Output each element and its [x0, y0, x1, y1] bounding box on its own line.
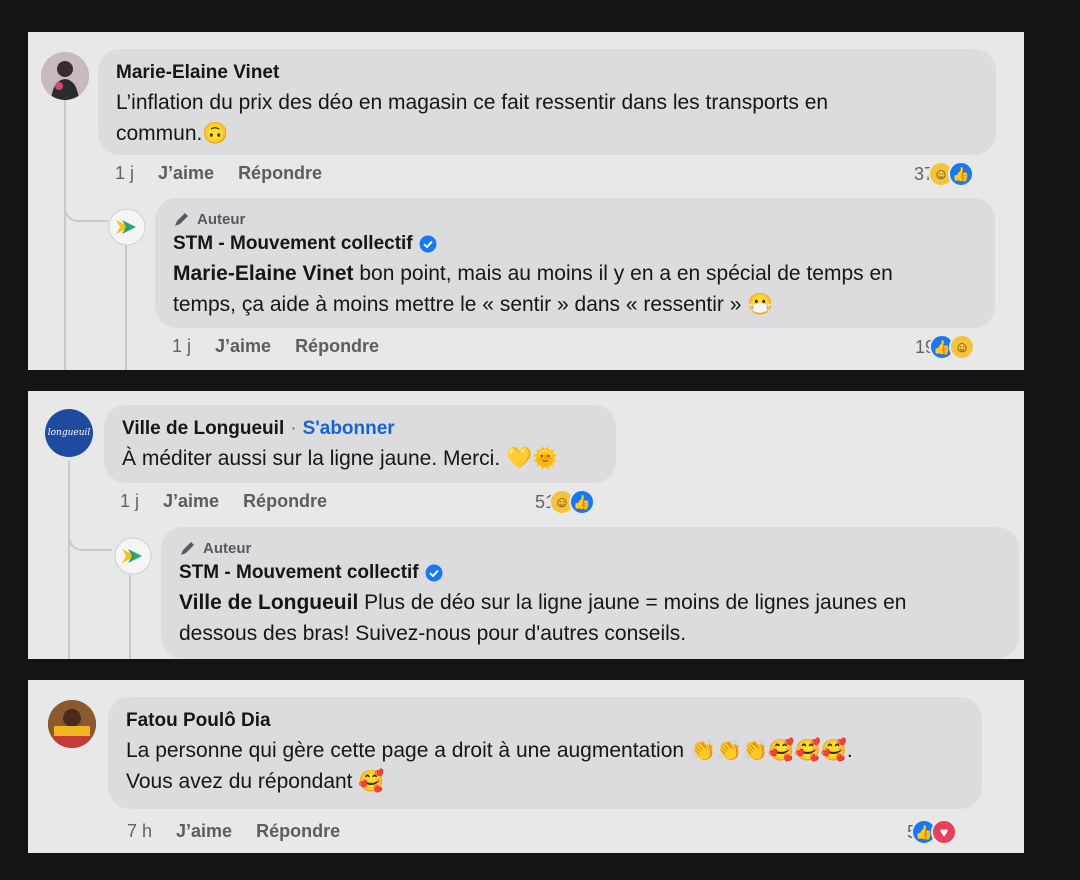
comment-text-line: À méditer aussi sur la ligne jaune. Merc… — [122, 447, 501, 470]
comment-bubble: Fatou Poulô Dia La personne qui gère cet… — [108, 697, 982, 809]
comment-text-line: L’inflation du prix des déo en magasin c… — [116, 91, 829, 114]
reply-author[interactable]: STM - Mouvement collectif — [179, 561, 1001, 585]
author-badge-label: Auteur — [197, 210, 246, 228]
follow-button[interactable]: S'abonner — [303, 417, 395, 441]
yellow-heart-sun-emoji-icon: 💛🌞 — [506, 447, 559, 470]
verified-badge-icon — [419, 235, 437, 253]
mask-face-emoji-icon: 😷 — [747, 293, 774, 316]
pen-icon — [181, 542, 194, 555]
reply-button[interactable]: Répondre — [238, 163, 322, 184]
thread-line — [129, 573, 131, 659]
comment-panel-1: Marie-Elaine Vinet L’inflation du prix d… — [28, 32, 1024, 370]
avatar-marie-elaine[interactable] — [41, 52, 89, 100]
profile-photo-icon — [48, 700, 96, 748]
thread-line — [125, 244, 127, 370]
like-reaction-icon: 👍 — [948, 161, 975, 187]
comment-text: La personne qui gère cette page a droit … — [126, 735, 964, 797]
comment-author[interactable]: Marie-Elaine Vinet — [116, 61, 978, 85]
verified-badge-icon — [425, 564, 443, 582]
like-button[interactable]: J’aime — [158, 163, 214, 184]
reply-text-line: Plus de déo sur la ligne jaune = moins d… — [358, 591, 907, 614]
like-button[interactable]: J’aime — [176, 821, 232, 842]
comment-text-line: Vous avez du répondant — [126, 770, 353, 793]
like-reaction-icon: 👍 — [569, 489, 596, 515]
avatar-longueuil[interactable]: longueuil — [45, 409, 93, 457]
author-badge-label: Auteur — [203, 539, 252, 557]
avatar-stm[interactable] — [108, 208, 146, 246]
thread-line — [64, 98, 66, 370]
comment-time[interactable]: 7 h — [127, 821, 152, 842]
comment-text-line: . — [846, 739, 853, 762]
mention-link[interactable]: Marie-Elaine Vinet — [173, 262, 354, 285]
comment-panel-2: longueuil Ville de Longueuil · S'abonner… — [28, 391, 1024, 659]
avatar-stm[interactable] — [114, 537, 152, 575]
comment-text: À méditer aussi sur la ligne jaune. Merc… — [122, 443, 598, 474]
reply-text-line: bon point, mais au moins il y en a en sp… — [353, 262, 893, 285]
comment-time[interactable]: 1 j — [115, 163, 134, 184]
like-button[interactable]: J’aime — [215, 336, 271, 357]
author-badge: Auteur — [173, 210, 977, 228]
reply-button[interactable]: Répondre — [243, 491, 327, 512]
reply-time[interactable]: 1 j — [172, 336, 191, 357]
thread-connector — [68, 519, 112, 551]
stm-logo-icon — [114, 537, 152, 575]
reply-button[interactable]: Répondre — [295, 336, 379, 357]
comment-text: L’inflation du prix des déo en magasin c… — [116, 87, 978, 149]
comment-panel-3: Fatou Poulô Dia La personne qui gère cet… — [28, 680, 1024, 853]
reply-author[interactable]: STM - Mouvement collectif — [173, 232, 977, 256]
haha-reaction-icon: ☺ — [949, 334, 976, 360]
smiling-hearts-emoji-icon: 🥰 — [358, 770, 385, 793]
longueuil-logo-text: longueuil — [47, 428, 91, 438]
reaction-summary[interactable]: 19 👍 ☺ — [915, 334, 976, 360]
reply-button[interactable]: Répondre — [256, 821, 340, 842]
comment-author-name[interactable]: Ville de Longueuil — [122, 417, 284, 441]
comment-text-line: commun. — [116, 122, 203, 145]
comment-text-line: La personne qui gère cette page a droit … — [126, 739, 685, 762]
reaction-summary[interactable]: 37 ☺ 👍 — [914, 161, 975, 187]
upside-down-face-emoji-icon: 🙃 — [202, 122, 229, 145]
separator-dot: · — [290, 418, 297, 439]
profile-photo-icon — [41, 52, 89, 100]
reaction-summary[interactable]: 5 👍 ♥ — [907, 819, 958, 845]
like-button[interactable]: J’aime — [163, 491, 219, 512]
love-reaction-icon: ♥ — [931, 819, 958, 845]
comment-bubble: Ville de Longueuil · S'abonner À méditer… — [104, 405, 616, 483]
reply-actions: 1 j J’aime Répondre — [172, 336, 379, 357]
clap-and-love-emoji-icon: 👏👏👏🥰🥰🥰 — [689, 739, 847, 762]
thread-line — [68, 461, 70, 659]
reply-author-name: STM - Mouvement collectif — [179, 562, 419, 583]
thread-connector — [64, 190, 108, 222]
comment-author: Ville de Longueuil · S'abonner — [122, 417, 598, 441]
stm-logo-icon — [108, 208, 146, 246]
reaction-summary[interactable]: 51 ☺ 👍 — [535, 489, 596, 515]
reply-text: Marie-Elaine Vinet bon point, mais au mo… — [173, 258, 977, 320]
reply-bubble: Auteur STM - Mouvement collectif Marie-E… — [155, 198, 995, 328]
reply-author-name: STM - Mouvement collectif — [173, 233, 413, 254]
comment-actions: 1 j J’aime Répondre — [120, 491, 327, 512]
pen-icon — [175, 213, 188, 226]
reply-text: Ville de Longueuil Plus de déo sur la li… — [179, 587, 1001, 649]
avatar-fatou[interactable] — [48, 700, 96, 748]
comment-actions: 1 j J’aime Répondre — [115, 163, 322, 184]
reply-bubble: Auteur STM - Mouvement collectif Ville d… — [161, 527, 1019, 659]
reply-text-line: temps, ça aide à moins mettre le « senti… — [173, 293, 742, 316]
comment-author[interactable]: Fatou Poulô Dia — [126, 709, 964, 733]
comment-time[interactable]: 1 j — [120, 491, 139, 512]
comment-actions: 7 h J’aime Répondre — [127, 821, 340, 842]
comment-bubble: Marie-Elaine Vinet L’inflation du prix d… — [98, 49, 996, 155]
author-badge: Auteur — [179, 539, 1001, 557]
reply-text-line: dessous des bras! Suivez-nous pour d'aut… — [179, 622, 687, 645]
mention-link[interactable]: Ville de Longueuil — [179, 591, 358, 614]
